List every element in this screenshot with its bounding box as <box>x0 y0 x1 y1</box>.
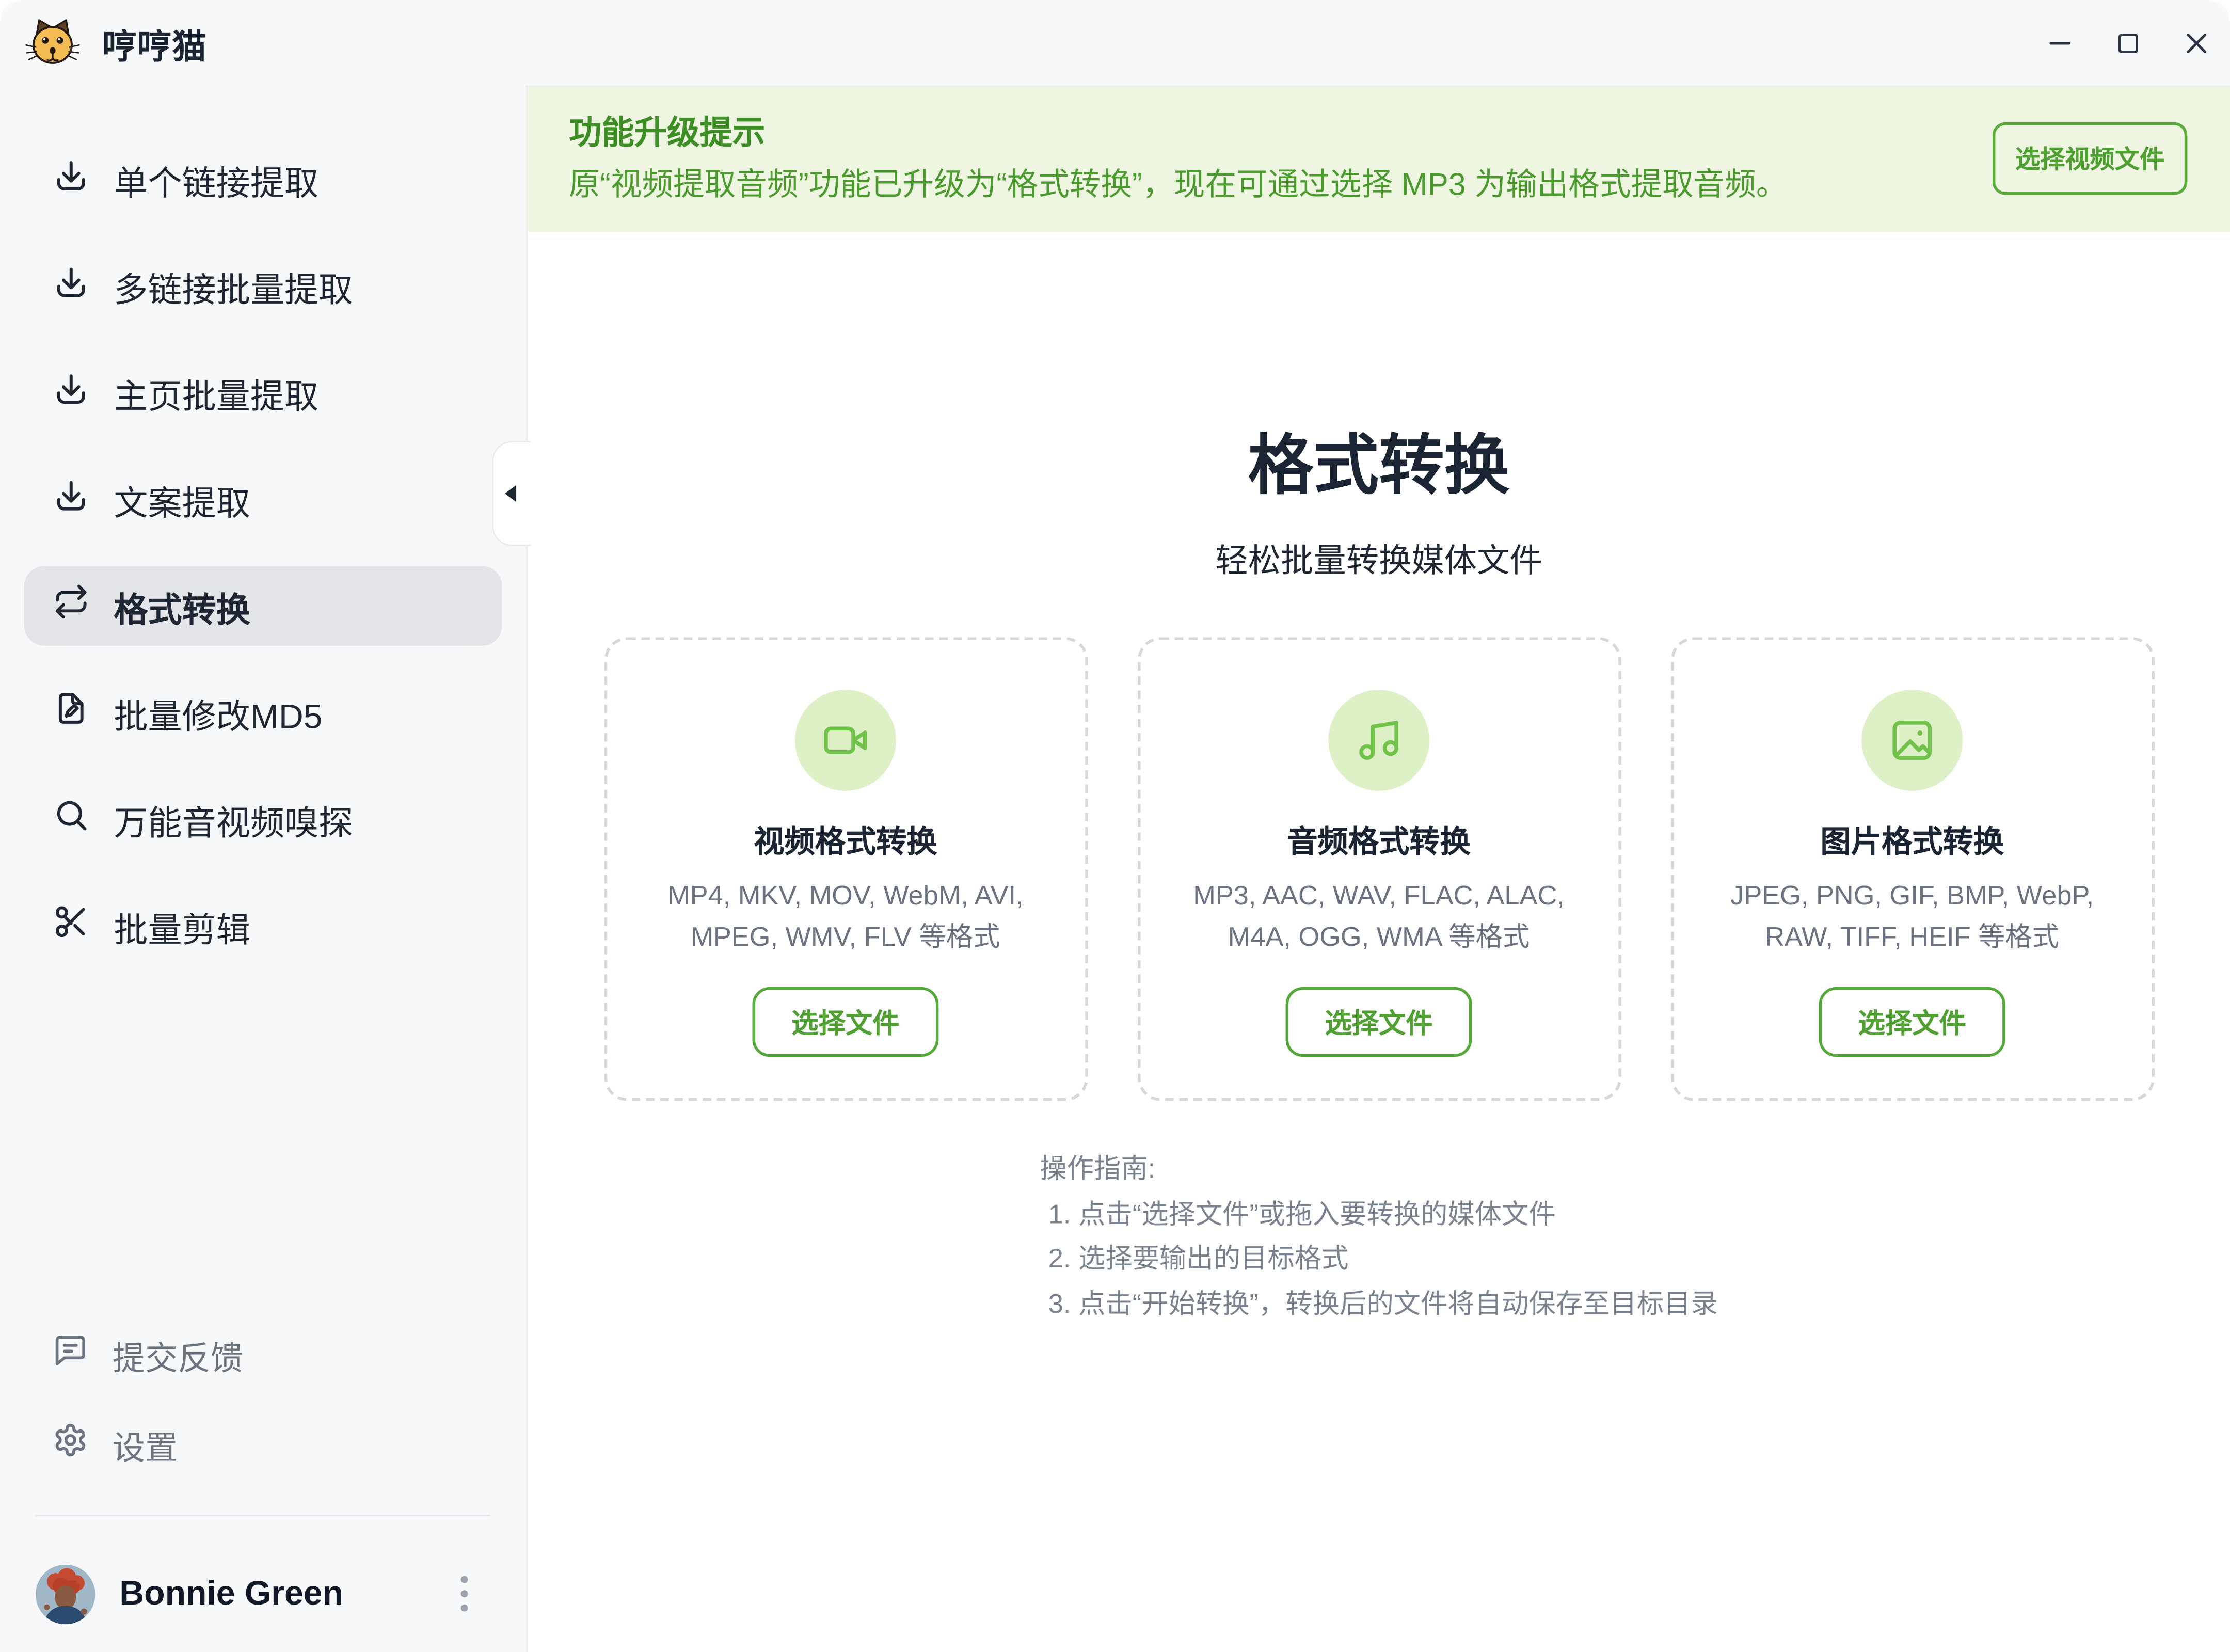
minimize-button[interactable] <box>2047 30 2073 56</box>
search-icon <box>53 796 90 843</box>
image-convert-card: 图片格式转换 JPEG, PNG, GIF, BMP, WebP, RAW, T… <box>1670 637 2154 1101</box>
sidebar-item-universal-sniffer[interactable]: 万能音视频嗅探 <box>24 780 502 859</box>
repeat-icon <box>53 582 90 629</box>
main-content: 功能升级提示 原“视频提取音频”功能已升级为“格式转换”，现在可通过选择 MP3… <box>528 85 2230 1652</box>
sidebar: 单个链接提取 多链接批量提取 主页批量提取 文案提取 格式转换 <box>0 85 528 1652</box>
banner-message: 原“视频提取音频”功能已升级为“格式转换”，现在可通过选择 MP3 为输出格式提… <box>569 165 1788 205</box>
operation-guide: 操作指南: 1. 点击“选择文件”或拖入要转换的媒体文件 2. 选择要输出的目标… <box>1040 1148 1718 1327</box>
sidebar-collapse-handle[interactable] <box>492 441 530 546</box>
sidebar-item-label: 批量修改MD5 <box>114 688 322 737</box>
sidebar-item-label: 文案提取 <box>114 474 250 524</box>
guide-step: 2. 选择要输出的目标格式 <box>1048 1237 1718 1282</box>
feedback-icon <box>53 1333 88 1377</box>
app-title: 哼哼猫 <box>102 18 206 67</box>
sidebar-footer: 提交反馈 设置 <box>24 1319 502 1652</box>
card-title: 视频格式转换 <box>607 822 1085 862</box>
guide-step: 3. 点击“开始转换”，转换后的文件将自动保存至目标目录 <box>1048 1282 1718 1327</box>
sidebar-item-batch-modify-md5[interactable]: 批量修改MD5 <box>24 673 502 752</box>
banner-text-block: 功能升级提示 原“视频提取音频”功能已升级为“格式转换”，现在可通过选择 MP3… <box>569 113 1788 205</box>
sidebar-item-label: 设置 <box>113 1420 178 1469</box>
select-file-button-audio[interactable]: 选择文件 <box>1286 987 1471 1057</box>
audio-convert-card: 音频格式转换 MP3, AAC, WAV, FLAC, ALAC, M4A, O… <box>1137 637 1621 1101</box>
sidebar-item-settings[interactable]: 设置 <box>24 1409 502 1480</box>
sidebar-item-label: 主页批量提取 <box>114 368 318 417</box>
banner-title: 功能升级提示 <box>569 113 1788 152</box>
sidebar-item-format-convert[interactable]: 格式转换 <box>24 566 502 646</box>
sidebar-item-feedback[interactable]: 提交反馈 <box>24 1319 502 1390</box>
card-formats: JPEG, PNG, GIF, BMP, WebP, RAW, TIFF, HE… <box>1699 876 2126 959</box>
sidebar-item-batch-edit[interactable]: 批量剪辑 <box>24 886 502 965</box>
converter-cards: 视频格式转换 MP4, MKV, MOV, WebM, AVI, MPEG, W… <box>528 637 2230 1101</box>
select-file-button-video[interactable]: 选择文件 <box>753 987 938 1057</box>
card-title: 图片格式转换 <box>1673 822 2151 862</box>
sidebar-item-single-link-extract[interactable]: 单个链接提取 <box>24 139 502 219</box>
sidebar-item-label: 多链接批量提取 <box>114 261 353 311</box>
sidebar-item-copy-extract[interactable]: 文案提取 <box>24 459 502 539</box>
sidebar-item-label: 万能音视频嗅探 <box>114 795 353 844</box>
download-icon <box>53 476 90 523</box>
sidebar-item-label: 提交反馈 <box>113 1330 243 1379</box>
download-icon <box>53 262 90 309</box>
user-menu-kebab-icon[interactable] <box>455 1570 474 1617</box>
upgrade-banner: 功能升级提示 原“视频提取音频”功能已升级为“格式转换”，现在可通过选择 MP3… <box>528 85 2230 232</box>
maximize-button[interactable] <box>2115 30 2141 56</box>
card-formats: MP4, MKV, MOV, WebM, AVI, MPEG, WMV, FLV… <box>632 876 1059 959</box>
page-title: 格式转换 <box>528 433 2230 498</box>
title-bar: 哼哼猫 <box>0 0 2230 85</box>
user-row: Bonnie Green <box>24 1516 502 1652</box>
sidebar-item-homepage-batch-extract[interactable]: 主页批量提取 <box>24 353 502 432</box>
download-icon <box>53 369 90 416</box>
sidebar-item-label: 单个链接提取 <box>114 154 318 204</box>
image-icon <box>1861 690 1963 791</box>
video-convert-card: 视频格式转换 MP4, MKV, MOV, WebM, AVI, MPEG, W… <box>604 637 1088 1101</box>
gear-icon <box>53 1422 88 1466</box>
select-video-file-button[interactable]: 选择视频文件 <box>1993 122 2187 195</box>
hero-section: 格式转换 轻松批量转换媒体文件 <box>528 433 2230 582</box>
chevron-left-icon <box>505 485 516 502</box>
card-formats: MP3, AAC, WAV, FLAC, ALAC, M4A, OGG, WMA… <box>1166 876 1592 959</box>
guide-heading: 操作指南: <box>1040 1148 1718 1193</box>
close-button[interactable] <box>2183 30 2209 56</box>
video-icon <box>795 690 896 791</box>
select-file-button-image[interactable]: 选择文件 <box>1820 987 2004 1057</box>
page-subtitle: 轻松批量转换媒体文件 <box>528 533 2230 582</box>
app-logo-cat-icon <box>26 15 80 70</box>
user-name: Bonnie Green <box>119 1574 343 1614</box>
guide-step: 1. 点击“选择文件”或拖入要转换的媒体文件 <box>1048 1193 1718 1237</box>
sidebar-item-multi-link-batch-extract[interactable]: 多链接批量提取 <box>24 246 502 326</box>
avatar[interactable] <box>36 1564 95 1624</box>
music-icon <box>1328 690 1429 791</box>
download-icon <box>53 156 90 203</box>
file-pen-icon <box>53 689 90 736</box>
sidebar-item-label: 批量剪辑 <box>114 901 250 950</box>
card-title: 音频格式转换 <box>1140 822 1618 862</box>
sidebar-item-label: 格式转换 <box>114 581 250 630</box>
window-controls <box>2047 30 2209 56</box>
scissors-icon <box>53 902 90 949</box>
app-window: 哼哼猫 单个链接提取 <box>0 0 2230 1652</box>
